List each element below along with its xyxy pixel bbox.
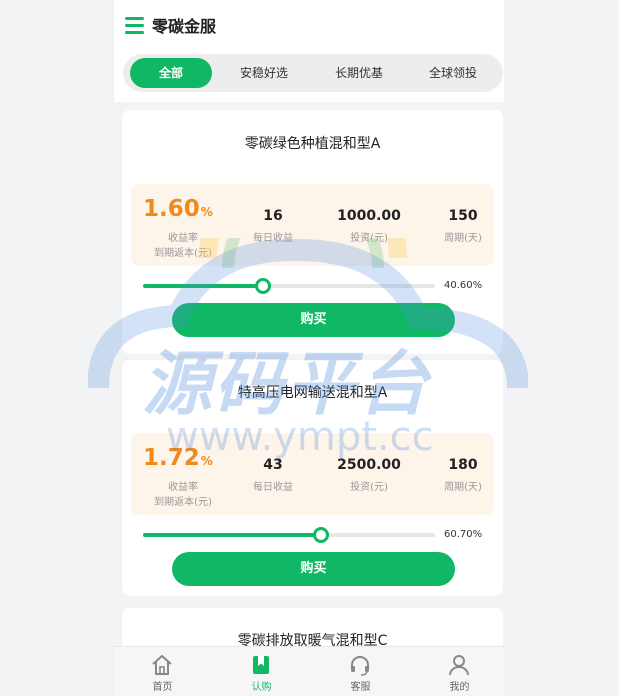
tabbar-item-mine[interactable]: 我的 [411,647,504,696]
tabbar-label: 认购 [251,682,272,693]
tabbar-label: 我的 [449,682,470,693]
progress-fill [143,533,321,537]
progress-percent: 60.70% [444,529,483,540]
invest-label: 投资(元) [350,233,388,244]
invest-value: 1000.00 [337,208,401,224]
progress-bar [143,527,435,543]
buy-button[interactable]: 购买 [172,552,455,586]
bookmark-icon [253,656,269,674]
product-name: 零碳绿色种植混和型A [244,136,381,152]
rate-value: 1.72% [143,445,213,471]
header: 零碳金服 全部 安稳好选 长期优基 全球领投 [114,0,504,102]
headset-icon [351,656,369,676]
category-tabs: 全部 安稳好选 长期优基 全球领投 [123,54,503,92]
daily-income-value: 43 [263,457,283,473]
user-icon [449,655,469,676]
product-card[interactable]: 零碳绿色种植混和型A 1.60% 收益率 到期返本(元) 16 每日收益 100… [122,110,503,354]
tabbar-item-home[interactable]: 首页 [114,647,211,696]
invest-label: 投资(元) [350,482,388,493]
tab-global[interactable]: 全球领投 [410,58,496,88]
product-stats: 1.60% 收益率 到期返本(元) 16 每日收益 1000.00 投资(元) … [131,184,494,266]
product-card[interactable]: 特高压电网输送混和型A 1.72% 收益率 到期返本(元) 43 每日收益 25… [122,360,503,596]
period-label: 周期(天) [444,233,482,244]
progress-knob [254,278,271,294]
rate-label: 收益率 [168,482,198,493]
invest-value: 2500.00 [337,457,401,473]
tab-safe-picks[interactable]: 安稳好选 [221,58,307,88]
period-value: 150 [448,208,478,224]
buy-button[interactable]: 购买 [172,303,455,337]
tabbar-label: 客服 [350,682,371,693]
progress-knob [313,527,330,543]
rate-sub-label: 到期返本(元) [154,248,212,259]
tab-all[interactable]: 全部 [130,58,212,88]
daily-income-label: 每日收益 [253,482,293,493]
app-screen: 零碳金服 全部 安稳好选 长期优基 全球领投 零碳绿色种植混和型A 1.60% … [114,0,504,696]
progress-bar [143,278,435,294]
progress-percent: 40.60% [444,280,483,291]
daily-income-value: 16 [263,208,283,224]
tabbar-label: 首页 [152,682,173,693]
daily-income-label: 每日收益 [253,233,293,244]
product-name: 特高压电网输送混和型A [237,385,388,401]
rate-value: 1.60% [143,196,213,222]
progress-fill [143,284,262,288]
product-stats: 1.72% 收益率 到期返本(元) 43 每日收益 2500.00 投资(元) … [131,433,494,515]
rate-label: 收益率 [168,233,198,244]
page-title: 零碳金服 [152,17,217,36]
menu-icon[interactable] [125,16,144,35]
tabbar-item-service[interactable]: 客服 [312,647,409,696]
period-value: 180 [448,457,478,473]
tabbar-item-subscribe[interactable]: 认购 [213,647,310,696]
tab-long-term[interactable]: 长期优基 [316,58,402,88]
rate-sub-label: 到期返本(元) [154,497,212,508]
bottom-tab-bar: 首页 认购 客服 我的 [114,646,504,696]
period-label: 周期(天) [444,482,482,493]
home-icon [152,655,172,675]
